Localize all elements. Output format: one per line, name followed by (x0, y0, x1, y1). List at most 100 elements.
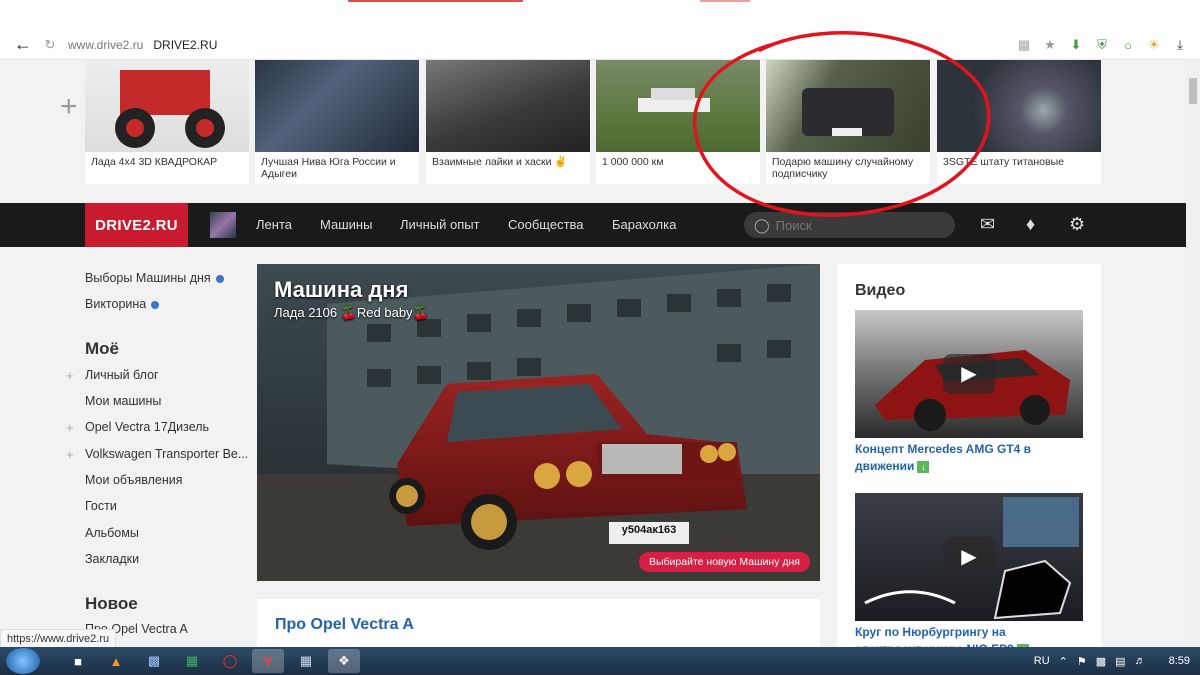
tray-chevron-icon[interactable]: ⌃ (1059, 655, 1068, 668)
url-page-title[interactable]: DRIVE2.RU (153, 38, 217, 52)
video-thumbnail[interactable]: ▶ (855, 493, 1083, 621)
featured-photo (937, 60, 1101, 152)
featured-caption: Лада 4x4 3D КВАДРОКАР (91, 156, 218, 168)
featured-card[interactable]: Взаимные лайки и хаски ✌ (426, 60, 590, 184)
sidebar-link-elections[interactable]: Выборы Машины дня (85, 271, 224, 285)
video-thumbnail[interactable]: ▶ (855, 310, 1083, 438)
weather-extension-icon[interactable]: ☀ (1144, 35, 1164, 55)
taskbar-window-icon[interactable]: ❖ (328, 649, 360, 673)
tray-clock[interactable]: 8:59 (1169, 655, 1190, 667)
add-plus-icon[interactable]: + (60, 90, 78, 124)
download-icon[interactable]: ↓ (917, 460, 930, 473)
downloads-icon[interactable]: ⤓ (1170, 35, 1190, 55)
tray-device-icon[interactable]: ▩ (1096, 655, 1106, 668)
nav-link-cars[interactable]: Машины (320, 217, 372, 232)
sidebar-item-my-cars[interactable]: Мои машины (85, 394, 161, 408)
url-domain[interactable]: www.drive2.ru (68, 38, 143, 52)
featured-caption: 3SGTE штату титановые (943, 156, 1064, 168)
featured-photo (85, 60, 249, 152)
white-car-field-image (638, 88, 710, 112)
play-icon[interactable]: ▶ (943, 354, 995, 394)
car-of-the-day-card[interactable]: Машина дня Лада 2106 🍒Red baby🍒 у504ак16… (257, 264, 820, 581)
search-input[interactable] (775, 217, 955, 233)
nav-link-feed[interactable]: Лента (256, 217, 292, 232)
protect-icon[interactable]: ▩ (1014, 35, 1034, 55)
taskbar-app-icon[interactable]: ■ (62, 649, 94, 673)
system-tray: RU ⌃ ⚑ ▩ ▤ ♬ 8:59 (1034, 647, 1190, 675)
nav-link-communities[interactable]: Сообщества (508, 217, 584, 232)
notification-dot-icon (215, 274, 224, 283)
sidebar-item-albums[interactable]: Альбомы (85, 526, 139, 540)
search-box[interactable]: ◯ (744, 212, 955, 238)
red-offroad-car-image (115, 70, 225, 148)
featured-caption: 1 000 000 км (602, 156, 664, 168)
gear-icon[interactable]: ⚙ (1069, 214, 1085, 235)
bell-icon[interactable]: ♦ (1026, 214, 1035, 235)
messages-icon[interactable]: ✉ (980, 214, 995, 235)
back-arrow-icon[interactable]: ← (8, 30, 38, 60)
search-icon: ◯ (754, 216, 770, 233)
nav-link-experience[interactable]: Личный опыт (400, 217, 480, 232)
dark-car-image (802, 88, 894, 136)
tray-flag-icon[interactable]: ⚑ (1077, 655, 1087, 668)
reload-icon[interactable]: ↻ (38, 37, 62, 53)
license-plate: у504ак163 (621, 524, 677, 536)
vote-car-of-the-day-button[interactable]: Выбирайте новую Машину дня (638, 552, 810, 572)
featured-card[interactable]: Лада 4x4 3D КВАДРОКАР (85, 60, 249, 184)
featured-photo (596, 60, 760, 152)
user-avatar[interactable] (210, 212, 236, 238)
tray-network-icon[interactable]: ▤ (1115, 655, 1125, 668)
taskbar-yandex-browser-icon[interactable]: Y (252, 649, 284, 673)
sidebar-item-blog[interactable]: Личный блог (85, 368, 159, 382)
article-title[interactable]: Про Opel Vectra A (275, 616, 414, 634)
site-logo[interactable]: DRIVE2.RU (85, 203, 188, 247)
toolbar-right: ▩ ★ ⬇ ⛨ ○ ☀ ⤓ (1014, 35, 1190, 55)
search-extension-icon[interactable]: ○ (1118, 35, 1138, 55)
taskbar-excel-icon[interactable]: ▦ (176, 649, 208, 673)
featured-photo (766, 60, 930, 152)
nav-link-market[interactable]: Барахолка (612, 217, 676, 232)
address-bar: ← ↻ www.drive2.ru DRIVE2.RU ▩ ★ ⬇ ⛨ ○ ☀ … (0, 30, 1200, 60)
sidebar-link-quiz[interactable]: Викторина (85, 297, 160, 311)
browser-tabstrip (0, 0, 1200, 30)
tray-volume-icon[interactable]: ♬ (1135, 655, 1146, 667)
play-icon[interactable]: ▶ (943, 537, 995, 577)
tab-indicator[interactable] (700, 0, 750, 2)
sidebar-link-label: Викторина (85, 297, 147, 311)
video-title[interactable]: Концепт Mercedes AMG GT4 в движении ↓ (855, 441, 1083, 475)
video-title-text: Концепт Mercedes AMG GT4 в движении (855, 442, 1032, 473)
taskbar-vlc-icon[interactable]: ▲ (100, 649, 132, 673)
sidebar-item-bookmarks[interactable]: Закладки (85, 552, 139, 566)
download-extension-icon[interactable]: ⬇ (1066, 35, 1086, 55)
sidebar-item-opel[interactable]: Opel Vectra 17Дизель (85, 420, 209, 434)
site-navbar: DRIVE2.RU Лента Машины Личный опыт Сообщ… (0, 203, 1186, 247)
windows-taskbar: ■ ▲ ▩ ▦ ◯ Y ▦ ❖ RU ⌃ ⚑ ▩ ▤ ♬ 8:59 (0, 647, 1200, 675)
language-indicator[interactable]: RU (1034, 655, 1050, 667)
car-of-the-day-subtitle[interactable]: Лада 2106 🍒Red baby🍒 (274, 305, 429, 321)
taskbar-opera-icon[interactable]: ◯ (214, 649, 246, 673)
featured-card[interactable]: Подарю машину случайному подписчику (766, 60, 930, 184)
featured-strip: + Лада 4x4 3D КВАДРОКАР Лучшая Нива Юга … (0, 60, 1186, 203)
add-plus-icon[interactable]: + (66, 447, 74, 462)
scrollbar-thumb[interactable] (1189, 78, 1197, 104)
featured-card[interactable]: Лучшая Нива Юга России и Адыгеи (255, 60, 419, 184)
shield-extension-icon[interactable]: ⛨ (1092, 35, 1112, 55)
featured-caption: Взаимные лайки и хаски ✌ (432, 156, 568, 168)
active-tab-indicator[interactable] (348, 0, 523, 2)
add-plus-icon[interactable]: + (66, 368, 74, 383)
page-scrollbar[interactable] (1186, 60, 1200, 647)
video-heading: Видео (855, 282, 906, 299)
taskbar-save-icon[interactable]: ▩ (138, 649, 170, 673)
add-plus-icon[interactable]: + (66, 420, 74, 435)
bookmark-star-icon[interactable]: ★ (1040, 35, 1060, 55)
windows-start-icon[interactable] (6, 648, 40, 674)
featured-card[interactable]: 3SGTE штату титановые (937, 60, 1101, 184)
taskbar-calculator-icon[interactable]: ▦ (290, 649, 322, 673)
sidebar-item-volkswagen[interactable]: Volkswagen Transporter Be... (85, 447, 250, 461)
sidebar-heading-my: Моё (85, 339, 119, 358)
featured-photo (255, 60, 419, 152)
sidebar-item-ads[interactable]: Мои объявления (85, 473, 183, 487)
featured-photo (426, 60, 590, 152)
featured-card[interactable]: 1 000 000 км (596, 60, 760, 184)
sidebar-item-guests[interactable]: Гости (85, 499, 117, 513)
